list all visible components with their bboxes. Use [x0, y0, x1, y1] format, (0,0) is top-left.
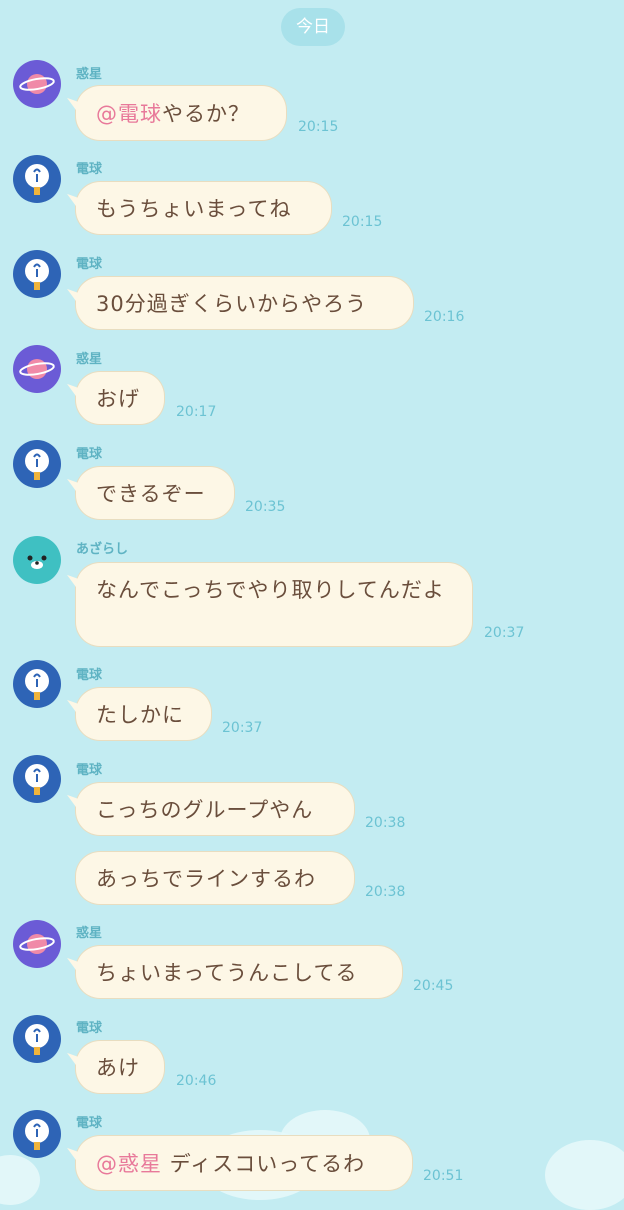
sender-name: 電球	[76, 162, 103, 177]
light-bulb-avatar-icon[interactable]	[13, 440, 61, 488]
message-bubble[interactable]: 30分過ぎくらいからやろう	[76, 277, 413, 329]
message-text: できるぞー	[96, 482, 206, 506]
sender-name: 電球	[76, 763, 103, 778]
message-time: 20:35	[245, 499, 286, 515]
sender-name: 惑星	[76, 926, 103, 941]
message-time: 20:37	[484, 625, 525, 641]
message-text: ディスコいってるわ	[162, 1152, 366, 1176]
sender-name: 惑星	[76, 352, 103, 367]
message-bubble[interactable]: あけ	[76, 1041, 164, 1093]
message-bubble[interactable]: こっちのグループやん	[76, 783, 354, 835]
message-time: 20:38	[365, 815, 406, 831]
light-bulb-avatar-icon[interactable]	[13, 155, 61, 203]
sender-name: 電球	[76, 447, 103, 462]
message-time: 20:37	[222, 720, 263, 736]
light-bulb-avatar-icon[interactable]	[13, 755, 61, 803]
message-bubble[interactable]: できるぞー	[76, 467, 234, 519]
message-text: たしかに	[96, 703, 184, 727]
message-time: 20:46	[176, 1073, 217, 1089]
message-bubble[interactable]: おげ	[76, 372, 164, 424]
message-time: 20:45	[413, 978, 454, 994]
message-text: なんでこっちでやり取りしてんだよ	[96, 578, 445, 602]
message-text: こっちのグループやん	[96, 798, 314, 822]
message-bubble[interactable]: たしかに	[76, 688, 211, 740]
light-bulb-avatar-icon[interactable]	[13, 660, 61, 708]
message-time: 20:15	[298, 119, 339, 135]
message-time: 20:17	[176, 404, 217, 420]
message-bubble[interactable]: なんでこっちでやり取りしてんだよ	[76, 563, 472, 646]
planet-avatar-icon[interactable]	[13, 345, 61, 393]
mention-link[interactable]: @惑星	[96, 1148, 162, 1178]
message-time: 20:51	[423, 1168, 464, 1184]
seal-avatar-icon[interactable]	[13, 536, 61, 584]
light-bulb-avatar-icon[interactable]	[13, 250, 61, 298]
mention-link[interactable]: @電球	[96, 98, 162, 128]
message-time: 20:16	[424, 309, 465, 325]
sender-name: あざらし	[76, 542, 129, 557]
message-text: おげ	[96, 387, 140, 411]
planet-avatar-icon[interactable]	[13, 920, 61, 968]
planet-avatar-icon[interactable]	[13, 60, 61, 108]
sender-name: 電球	[76, 668, 103, 683]
message-bubble[interactable]: ちょいまってうんこしてる	[76, 946, 402, 998]
message-text: やるか？	[162, 102, 250, 126]
sender-name: 電球	[76, 1021, 103, 1036]
message-bubble[interactable]: あっちでラインするわ	[76, 852, 354, 904]
message-bubble[interactable]: もうちょいまってね	[76, 182, 331, 234]
sender-name: 電球	[76, 257, 103, 272]
light-bulb-avatar-icon[interactable]	[13, 1015, 61, 1063]
sender-name: 電球	[76, 1116, 103, 1131]
message-text: 30分過ぎくらいからやろう	[96, 292, 368, 316]
message-text: あけ	[96, 1056, 140, 1080]
sender-name: 惑星	[76, 67, 103, 82]
message-text: あっちでラインするわ	[96, 867, 316, 891]
message-time: 20:38	[365, 884, 406, 900]
date-separator: 今日	[281, 8, 345, 46]
message-bubble[interactable]: @惑星 ディスコいってるわ	[76, 1136, 412, 1190]
message-text: もうちょいまってね	[96, 197, 292, 221]
cloud-decoration	[0, 1155, 40, 1205]
light-bulb-avatar-icon[interactable]	[13, 1110, 61, 1158]
message-time: 20:15	[342, 214, 383, 230]
message-bubble[interactable]: @電球 やるか？	[76, 86, 286, 140]
message-text: ちょいまってうんこしてる	[96, 961, 358, 985]
